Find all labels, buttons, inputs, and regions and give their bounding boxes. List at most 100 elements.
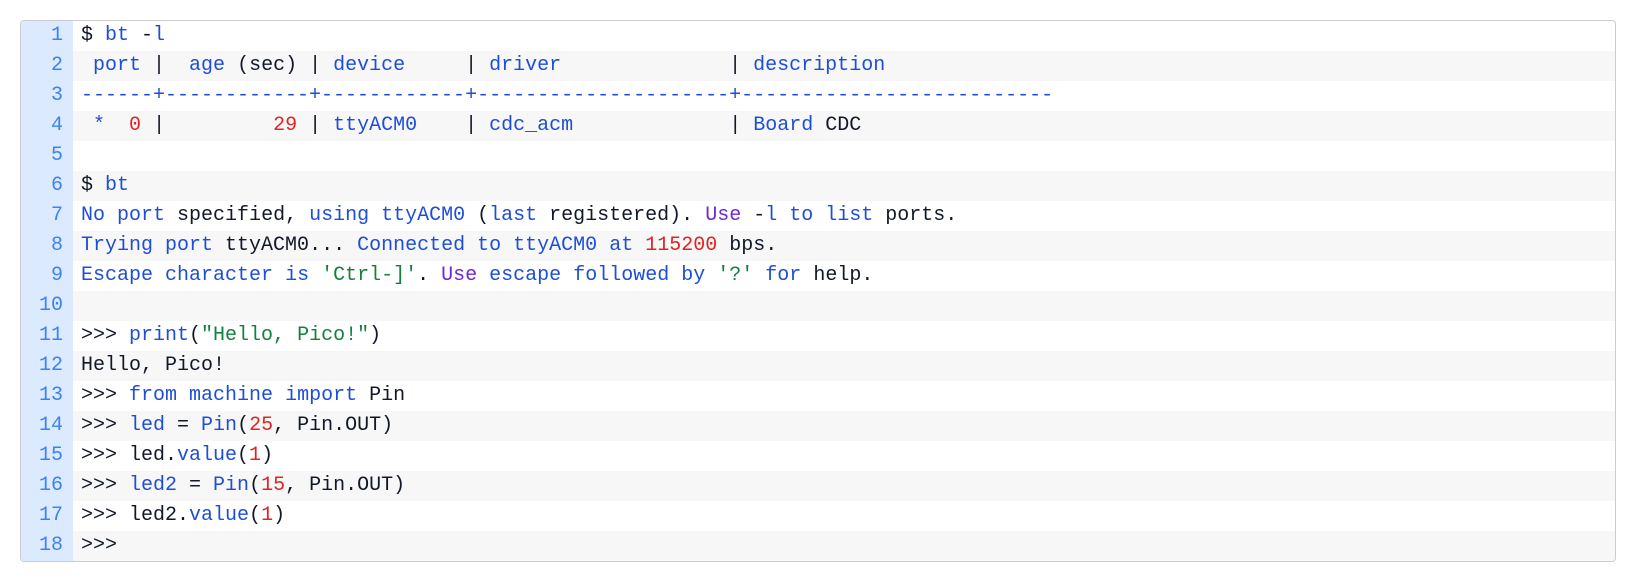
code-token: ( [249,474,261,497]
code-token: , Pin.OUT) [273,414,393,437]
code-token: driver [489,54,561,77]
code-token: by [681,264,705,287]
code-token [105,204,117,227]
code-token [273,384,285,407]
code-token: "Hello, Pico!" [201,324,369,347]
code-token: description [753,54,885,77]
code-token: led2 [129,474,177,497]
code-token [753,264,765,287]
code-token: ttyACM0... [213,234,357,257]
code-line: 1$ bt -l [21,21,1615,51]
line-number: 5 [21,141,73,171]
code-content: * 0 | 29 | ttyACM0 | cdc_acm | Board CDC [73,111,1615,141]
code-token: | [573,114,753,137]
code-content: ------+------------+------------+-------… [73,81,1615,111]
code-token: Board [753,114,813,137]
code-token: l [765,204,777,227]
code-token: >>> [81,384,129,407]
code-content: >>> led = Pin(25, Pin.OUT) [73,411,1615,441]
code-token: >>> [81,324,129,347]
code-token [813,204,825,227]
code-line: 6$ bt [21,171,1615,201]
code-token: 115200 [645,234,717,257]
code-line: 10 [21,291,1615,321]
code-line: 5 [21,141,1615,171]
code-token: $ [81,174,105,197]
code-token: ports. [873,204,957,227]
code-line: 15>>> led.value(1) [21,441,1615,471]
code-content: $ bt [73,171,1615,201]
code-token: Use [705,204,741,227]
line-number: 9 [21,261,73,291]
code-token: bps. [717,234,777,257]
code-token: | [141,114,273,137]
code-token: , Pin.OUT) [285,474,405,497]
code-token: bt [105,174,129,197]
code-token [309,264,321,287]
line-number: 1 [21,21,73,51]
code-line: 16>>> led2 = Pin(15, Pin.OUT) [21,471,1615,501]
code-token: from [129,384,177,407]
code-token: age [189,54,225,77]
code-token: = [165,414,201,437]
code-content: >>> [73,531,1615,561]
code-token: to [477,234,501,257]
code-token: Use [441,264,477,287]
code-token: | [417,114,489,137]
code-token: | [405,54,489,77]
code-token: >>> [81,534,117,557]
code-token: * [93,114,105,137]
code-token: >>> led. [81,444,177,467]
line-number: 2 [21,51,73,81]
code-token: port [93,54,141,77]
code-token [705,264,717,287]
code-token: led [129,414,165,437]
code-token: | [561,54,753,77]
code-content: Trying port ttyACM0... Connected to ttyA… [73,231,1615,261]
line-number: 4 [21,111,73,141]
code-token: Pin [201,414,237,437]
code-content: >>> led2.value(1) [73,501,1615,531]
code-token: ) [273,504,285,527]
code-token: machine [189,384,273,407]
code-line: 11>>> print("Hello, Pico!") [21,321,1615,351]
code-token: ) [261,444,273,467]
code-token: Pin [213,474,249,497]
code-token: 1 [261,504,273,527]
code-token: | [297,114,333,137]
line-number: 7 [21,201,73,231]
code-token: CDC [813,114,861,137]
code-token: device [333,54,405,77]
code-token: value [177,444,237,467]
code-content: Hello, Pico! [73,351,1615,381]
code-token: ) [369,324,381,347]
code-token: ( [237,444,249,467]
code-token: escape [489,264,561,287]
code-content: >>> led2 = Pin(15, Pin.OUT) [73,471,1615,501]
code-line: 2 port | age (sec) | device | driver | d… [21,51,1615,81]
line-number: 3 [21,81,73,111]
code-token [501,234,513,257]
code-line: 12Hello, Pico! [21,351,1615,381]
code-token [477,264,489,287]
code-token [465,234,477,257]
line-number: 18 [21,531,73,561]
code-token: ( [237,414,249,437]
code-content: >>> led.value(1) [73,441,1615,471]
code-token: at [609,234,633,257]
code-token: = [177,474,213,497]
code-token: print [129,324,189,347]
line-number: 14 [21,411,73,441]
code-token: ttyACM0 [381,204,465,227]
code-token: Pin [357,384,405,407]
line-number: 6 [21,171,73,201]
line-number: 16 [21,471,73,501]
code-token: 1 [249,444,261,467]
code-token: (sec) | [225,54,333,77]
code-token [369,204,381,227]
code-token: port [165,234,213,257]
line-number: 12 [21,351,73,381]
code-line: 8Trying port ttyACM0... Connected to tty… [21,231,1615,261]
code-token: Trying [81,234,153,257]
code-token: to [789,204,813,227]
